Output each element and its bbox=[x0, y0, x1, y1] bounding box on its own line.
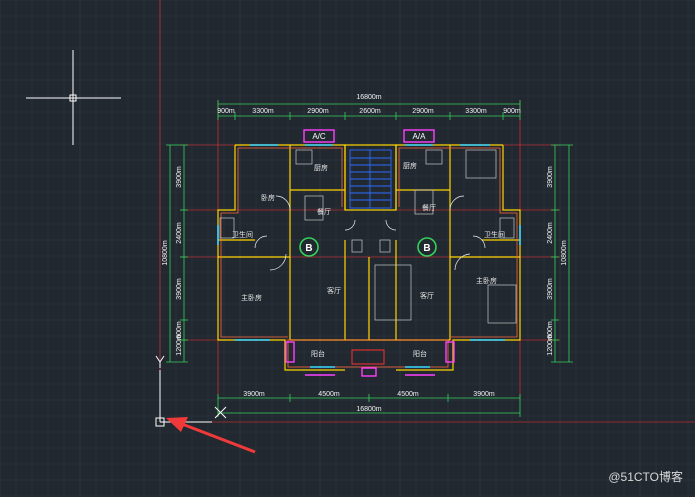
staircase bbox=[349, 149, 392, 209]
drawing-canvas[interactable]: 16800m 900m 3300m 2900m 2600m 2900m 3300… bbox=[0, 0, 695, 497]
dim-right-seg: 3900m bbox=[547, 166, 554, 188]
axis-marker-right: B bbox=[417, 237, 437, 257]
dim-top-seg: 3300m bbox=[252, 108, 274, 115]
ucs-x-label: X bbox=[228, 412, 233, 419]
dim-left-seg: 3900m bbox=[176, 278, 183, 300]
room-label: 餐厅 bbox=[317, 207, 331, 216]
cad-viewport[interactable]: 16800m 900m 3300m 2900m 2600m 2900m 3300… bbox=[0, 0, 695, 497]
room-label: 餐厅 bbox=[422, 203, 436, 212]
room-label: 客厅 bbox=[420, 291, 434, 300]
axis-marker-left: B bbox=[299, 237, 319, 257]
dim-top-seg: 2900m bbox=[412, 108, 434, 115]
dim-right-seg: 3900m bbox=[547, 278, 554, 300]
dim-top-seg: 3300m bbox=[465, 108, 487, 115]
dim-bottom-seg: 3900m bbox=[243, 391, 265, 398]
ucs-y-label: Y bbox=[164, 355, 169, 362]
dim-top-seg: 900m bbox=[503, 108, 521, 115]
ucs-icon bbox=[155, 355, 227, 427]
dim-bottom-total: 16800m bbox=[356, 406, 381, 413]
room-label: 卧房 bbox=[261, 193, 275, 202]
watermark: @51CTO博客 bbox=[608, 470, 683, 484]
dim-left-total: 10800m bbox=[162, 240, 169, 265]
room-label: 厨房 bbox=[314, 163, 328, 172]
dim-bottom-seg: 4500m bbox=[318, 391, 340, 398]
dim-top-seg: 2900m bbox=[307, 108, 329, 115]
ac-tag-right: A/A bbox=[413, 132, 427, 141]
svg-text:B: B bbox=[423, 243, 430, 254]
room-label: 主卧房 bbox=[241, 293, 262, 302]
dimension-texts: 16800m 900m 3300m 2900m 2600m 2900m 3300… bbox=[162, 94, 568, 413]
room-label: 卫生间 bbox=[232, 230, 253, 239]
dim-right-total: 10800m bbox=[561, 240, 568, 265]
drawing-grid bbox=[0, 0, 695, 497]
ac-tag-left: A/C bbox=[312, 132, 326, 141]
dim-top-seg: 2600m bbox=[359, 108, 381, 115]
room-label: 卫生间 bbox=[484, 230, 505, 239]
room-label: 主卧房 bbox=[476, 276, 497, 285]
dim-bottom-seg: 4500m bbox=[397, 391, 419, 398]
room-label: 客厅 bbox=[327, 286, 341, 295]
room-label: 阳台 bbox=[311, 349, 325, 358]
dim-left-seg: 2400m bbox=[176, 222, 183, 244]
room-label: 阳台 bbox=[413, 349, 427, 358]
room-label: 厨房 bbox=[403, 161, 417, 170]
dim-top-seg: 900m bbox=[217, 108, 235, 115]
svg-text:B: B bbox=[305, 243, 312, 254]
dim-top-total: 16800m bbox=[356, 94, 381, 101]
dim-left-seg: 3900m bbox=[176, 166, 183, 188]
dim-bottom-seg: 3900m bbox=[473, 391, 495, 398]
dim-left-seg: 600m bbox=[176, 321, 183, 339]
dim-right-seg: 600m bbox=[547, 321, 554, 339]
dim-right-seg: 2400m bbox=[547, 222, 554, 244]
